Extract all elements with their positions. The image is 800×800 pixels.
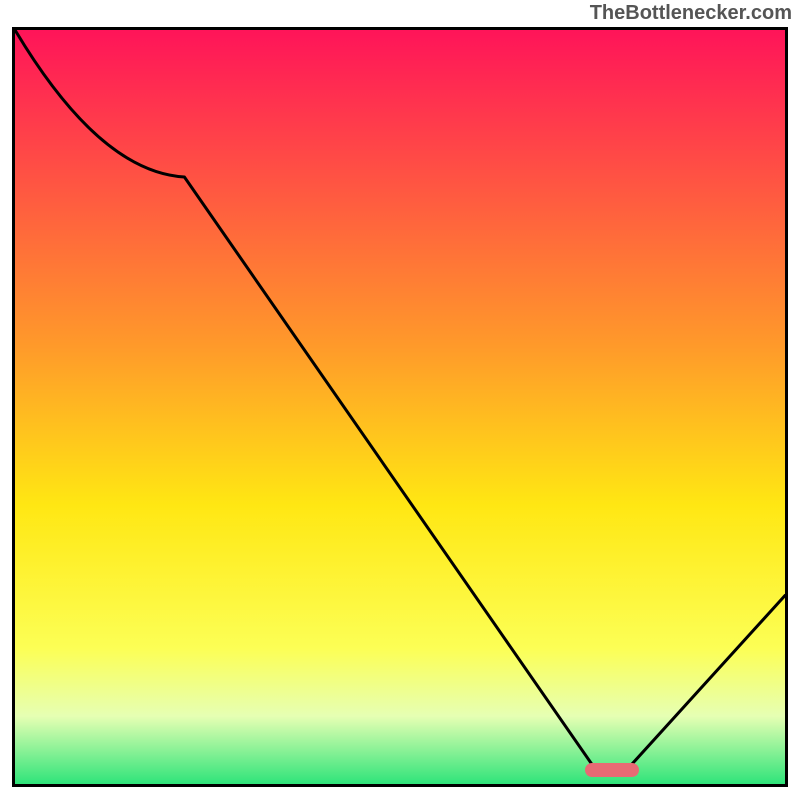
watermark-label: TheBottlenecker.com [590, 2, 792, 25]
gradient-background [15, 30, 785, 784]
chart-frame [12, 27, 788, 787]
chart-svg [15, 30, 785, 784]
optimal-marker [585, 763, 639, 777]
